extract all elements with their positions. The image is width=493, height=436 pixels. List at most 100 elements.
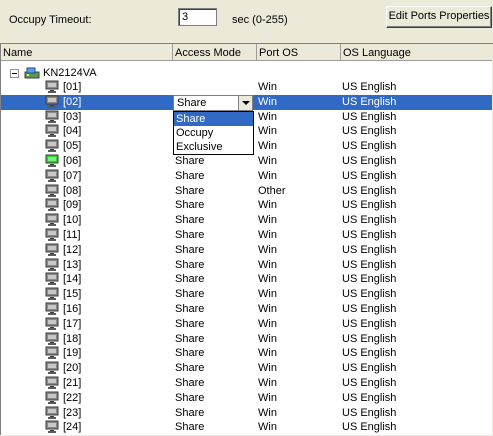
access-mode-cell: Share	[175, 199, 205, 212]
table-row[interactable]: [17] Share Win US English	[1, 317, 493, 332]
port-os-cell: Win	[258, 317, 277, 330]
table-row[interactable]: [19] Share Win US English	[1, 346, 493, 361]
port-name: [23]	[63, 406, 82, 419]
access-mode-cell: Share	[175, 184, 205, 197]
computer-icon	[45, 302, 59, 315]
port-name: [04]	[63, 125, 82, 138]
os-language-cell: US English	[342, 243, 397, 256]
port-os-cell: Win	[258, 288, 277, 301]
access-mode-combobox[interactable]: Share	[173, 95, 253, 111]
table-row[interactable]: [16] Share Win US English	[1, 302, 493, 317]
collapse-toggle-icon[interactable]	[10, 69, 19, 78]
port-os-cell: Win	[258, 391, 277, 404]
os-language-cell: US English	[342, 199, 397, 212]
table-row[interactable]: [08] Share Other US English	[1, 184, 493, 199]
os-language-cell: US English	[342, 273, 397, 286]
dropdown-option-share[interactable]: Share	[174, 112, 253, 126]
os-language-cell: US English	[342, 184, 397, 197]
port-name: [07]	[63, 169, 82, 182]
column-header-name[interactable]: Name	[1, 44, 173, 61]
occupy-timeout-label: Occupy Timeout:	[9, 14, 92, 26]
computer-icon	[45, 80, 59, 93]
port-name: [12]	[63, 243, 82, 256]
os-language-cell: US English	[342, 229, 397, 241]
os-language-cell: US English	[342, 214, 397, 227]
access-mode-cell: Share	[175, 421, 205, 434]
computer-icon	[45, 376, 59, 389]
dropdown-option-occupy[interactable]: Occupy	[174, 126, 253, 140]
computer-icon	[45, 228, 59, 241]
occupy-timeout-input[interactable]: 3	[178, 8, 217, 26]
computer-icon	[45, 169, 59, 182]
port-name: [09]	[63, 199, 82, 212]
access-mode-cell: Share	[175, 258, 205, 271]
table-row[interactable]: [09] Share Win US English	[1, 198, 493, 213]
port-os-cell: Win	[258, 169, 277, 182]
computer-icon	[45, 198, 59, 212]
access-mode-cell: Share	[175, 229, 205, 241]
column-header-os-language[interactable]: OS Language	[341, 44, 493, 61]
edit-ports-properties-button[interactable]: Edit Ports Properties	[386, 6, 492, 28]
dropdown-option-exclusive[interactable]: Exclusive	[174, 140, 253, 154]
column-header-access-mode[interactable]: Access Mode	[173, 44, 257, 61]
computer-icon	[45, 346, 59, 360]
port-os-cell: Win	[258, 125, 277, 138]
os-language-cell: US English	[342, 258, 397, 271]
os-language-cell: US English	[342, 332, 397, 345]
port-os-cell: Win	[258, 406, 277, 419]
port-name: [13]	[63, 258, 82, 271]
computer-icon	[45, 110, 59, 123]
port-name: [01]	[63, 81, 82, 93]
port-os-cell: Win	[258, 229, 277, 241]
port-os-cell: Win	[258, 273, 277, 286]
access-mode-cell: Share	[175, 288, 205, 301]
port-name: [05]	[63, 140, 82, 153]
access-mode-cell: Share	[175, 406, 205, 419]
table-row[interactable]: [10] Share Win US English	[1, 213, 493, 228]
os-language-cell: US English	[342, 125, 397, 138]
computer-icon	[45, 317, 59, 330]
table-row[interactable]: [13] Share Win US English	[1, 258, 493, 273]
tree-root-row[interactable]: KN2124VA	[1, 65, 493, 80]
table-row[interactable]: [07] Share Win US English	[1, 169, 493, 184]
os-language-cell: US English	[342, 81, 397, 93]
computer-icon	[45, 272, 59, 286]
access-mode-cell: Share	[175, 303, 205, 315]
table-row[interactable]: [24] Share Win US English	[1, 420, 493, 435]
table-row[interactable]: [21] Share Win US English	[1, 376, 493, 391]
table-row[interactable]: [23] Share Win US English	[1, 406, 493, 421]
table-row[interactable]: [15] Share Win US English	[1, 287, 493, 302]
access-mode-combobox-value: Share	[177, 97, 207, 109]
port-os-cell: Win	[258, 81, 277, 93]
computer-icon	[45, 361, 59, 375]
table-row[interactable]: [06] Share Win US English	[1, 154, 493, 169]
table-row[interactable]: [20] Share Win US English	[1, 361, 493, 376]
port-name: [11]	[63, 229, 81, 241]
table-row[interactable]: [18] Share Win US English	[1, 332, 493, 347]
table-row[interactable]: [22] Share Win US English	[1, 391, 493, 406]
port-name: [10]	[63, 214, 82, 227]
port-name: [03]	[63, 110, 82, 123]
chevron-down-icon[interactable]	[238, 96, 252, 110]
table-row[interactable]: [12] Share Win US English	[1, 243, 493, 258]
timeout-unit-label: sec (0-255)	[232, 14, 288, 26]
column-header-port-os[interactable]: Port OS	[257, 44, 341, 61]
port-os-cell: Win	[258, 110, 277, 123]
table-row[interactable]: [01] Win US English	[1, 80, 493, 95]
port-name: [24]	[63, 421, 82, 434]
kvm-switch-icon	[24, 67, 40, 79]
os-language-cell: US English	[342, 95, 397, 108]
access-mode-cell: Share	[175, 391, 205, 404]
port-name: [19]	[63, 347, 82, 360]
access-mode-dropdown: Share Occupy Exclusive	[173, 111, 254, 155]
table-row[interactable]: [14] Share Win US English	[1, 272, 493, 287]
port-name: [15]	[63, 288, 82, 301]
access-mode-cell: Share	[175, 317, 205, 330]
port-name: [20]	[63, 362, 82, 375]
computer-icon	[45, 258, 59, 271]
port-os-cell: Win	[258, 377, 277, 389]
port-os-cell: Win	[258, 243, 277, 256]
access-mode-cell: Share	[175, 362, 205, 375]
computer-icon	[45, 420, 59, 434]
table-row[interactable]: [11] Share Win US English	[1, 228, 493, 243]
